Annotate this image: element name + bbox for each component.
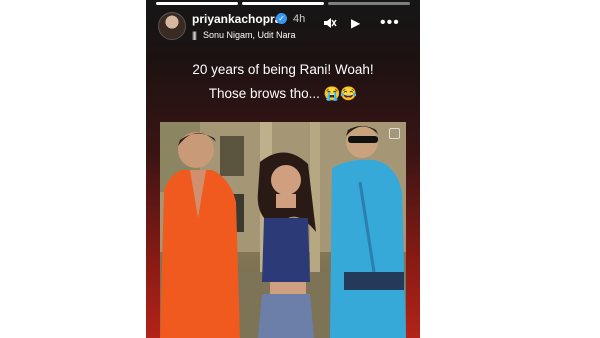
story-photo <box>160 122 406 338</box>
caption-line-2: Those brows tho... 😭😂 <box>208 86 358 101</box>
woman-center <box>257 152 316 338</box>
music-artists: Sonu Nigam, Udit Nara <box>203 30 296 40</box>
photo-corner-icon <box>389 128 400 139</box>
play-icon[interactable]: ▶ <box>351 16 360 30</box>
music-info[interactable]: ||| Sonu Nigam, Udit Nara <box>192 30 312 40</box>
music-icon: ||| <box>192 30 197 40</box>
caption-line-1: 20 years of being Rani! Woah! <box>192 62 374 77</box>
username[interactable]: priyankachopra <box>192 12 281 26</box>
instagram-story: priyankachopra ✓ 4h ||| Sonu Nigam, Udit … <box>146 0 420 338</box>
progress-segment <box>242 2 324 5</box>
more-icon[interactable]: ••• <box>380 15 400 31</box>
mute-icon[interactable] <box>323 16 337 32</box>
verified-badge-icon: ✓ <box>276 13 287 24</box>
story-progress <box>156 2 410 5</box>
avatar[interactable] <box>158 12 186 40</box>
progress-segment <box>156 2 238 5</box>
progress-segment <box>328 2 410 5</box>
post-time: 4h <box>293 13 306 25</box>
building-window <box>220 136 244 176</box>
